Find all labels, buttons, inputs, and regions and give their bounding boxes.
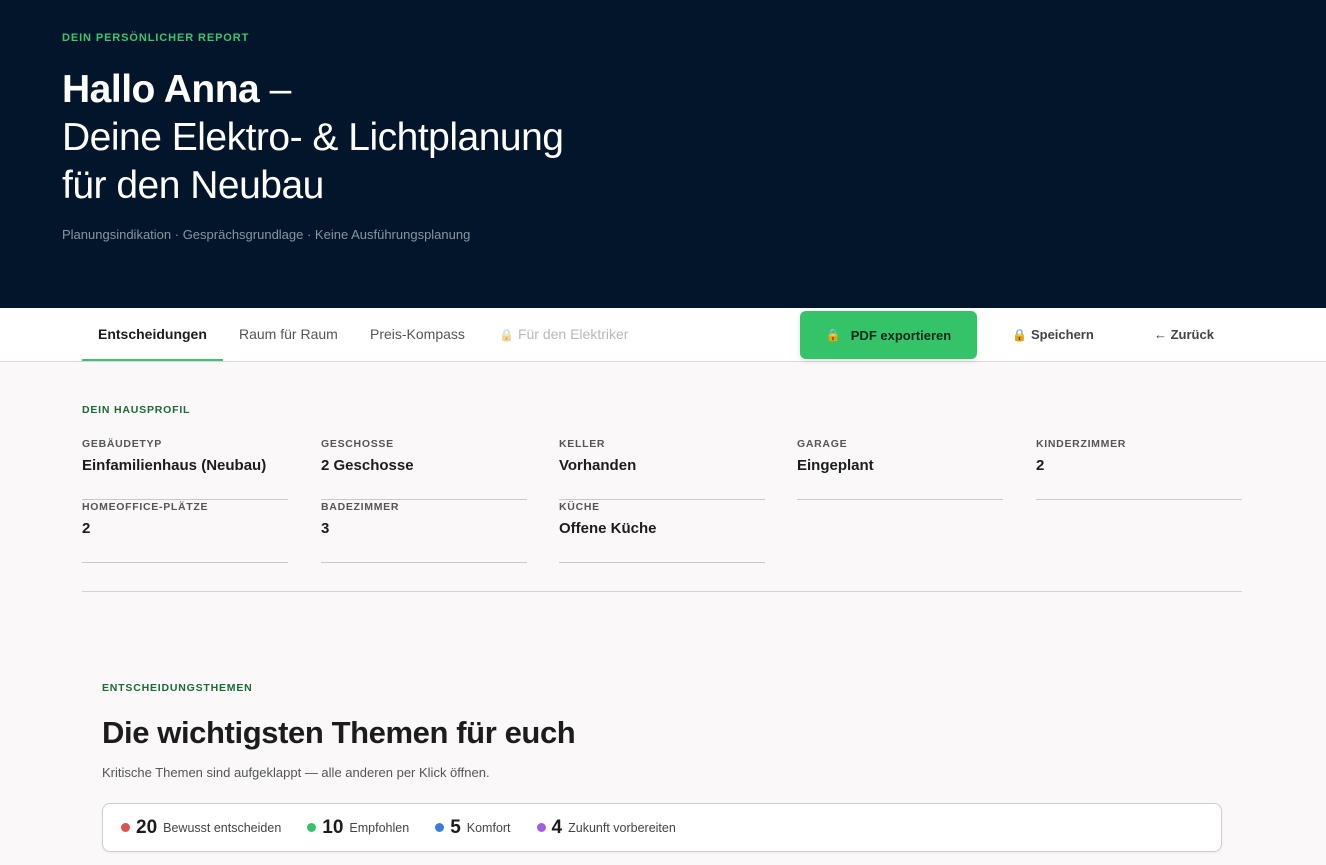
stat-zukunft-vorbereiten[interactable]: 4 Zukunft vorbereiten bbox=[536, 816, 676, 839]
profile-value: 3 bbox=[321, 520, 330, 537]
profile-key: KELLER bbox=[559, 438, 606, 450]
back-label: ← Zurück bbox=[1154, 327, 1214, 342]
profile-key: KÜCHE bbox=[559, 501, 600, 513]
profile-item: BADEZIMMER 3 bbox=[321, 501, 527, 563]
topics-subtitle: Kritische Themen sind aufgeklappt — alle… bbox=[102, 765, 490, 780]
pdf-export-label: PDF exportieren bbox=[850, 327, 952, 343]
blue-dot-icon bbox=[435, 823, 445, 832]
profile-value: Eingeplant bbox=[797, 457, 874, 474]
tab-label: Preis-Kompass bbox=[370, 326, 465, 342]
lock-icon: 🔒 bbox=[499, 328, 514, 342]
stat-count: 20 bbox=[136, 816, 158, 838]
profile-item: GARAGE Eingeplant bbox=[797, 438, 1003, 500]
profile-value: Offene Küche bbox=[559, 520, 657, 537]
back-button[interactable]: ← Zurück bbox=[1154, 311, 1214, 359]
stat-label: Komfort bbox=[466, 820, 511, 835]
tab-raum-fuer-raum[interactable]: Raum für Raum bbox=[223, 308, 354, 361]
profile-key: GARAGE bbox=[797, 438, 848, 450]
save-label: Speichern bbox=[1030, 327, 1094, 342]
profile-item: KÜCHE Offene Küche bbox=[559, 501, 765, 563]
profile-key: BADEZIMMER bbox=[321, 501, 400, 513]
topics-section-label: ENTSCHEIDUNGSTHEMEN bbox=[102, 682, 253, 694]
stat-komfort[interactable]: 5 Komfort bbox=[435, 816, 511, 839]
pdf-export-button[interactable]: 🔒 PDF exportieren bbox=[800, 311, 977, 359]
hero-subtitle: Planungsindikation · Gesprächsgrundlage … bbox=[62, 227, 471, 242]
section-divider bbox=[82, 591, 1242, 592]
lock-icon: 🔒 bbox=[1012, 328, 1027, 342]
profile-value: 2 bbox=[1036, 457, 1045, 474]
green-dot-icon bbox=[307, 823, 317, 832]
stat-count: 5 bbox=[450, 816, 461, 838]
stat-count: 4 bbox=[551, 816, 563, 838]
profile-item: HOMEOFFICE-PLÄTZE 2 bbox=[82, 501, 288, 563]
page-title: Hallo Anna – Deine Elektro- & Lichtplanu… bbox=[62, 66, 862, 210]
profile-key: HOMEOFFICE-PLÄTZE bbox=[82, 501, 209, 513]
hero-eyebrow: DEIN PERSÖNLICHER REPORT bbox=[62, 32, 250, 44]
profile-key: GEBÄUDETYP bbox=[82, 438, 162, 450]
tab-label: Raum für Raum bbox=[239, 326, 338, 342]
lock-icon: 🔒 bbox=[825, 328, 841, 342]
priority-summary: 20 Bewusst entscheiden 10 Empfohlen 5 Ko… bbox=[102, 803, 1222, 852]
tab-preis-kompass[interactable]: Preis-Kompass bbox=[354, 308, 481, 361]
tab-label: Entscheidungen bbox=[98, 326, 207, 342]
stat-label: Zukunft vorbereiten bbox=[568, 820, 676, 835]
stat-empfohlen[interactable]: 10 Empfohlen bbox=[307, 817, 409, 839]
stat-label: Empfohlen bbox=[349, 820, 410, 835]
tab-fuer-den-elektriker[interactable]: 🔒 Für den Elektriker bbox=[483, 308, 644, 361]
tab-bar: Entscheidungen Raum für Raum Preis-Kompa… bbox=[0, 308, 1326, 362]
profile-key: GESCHOSSE bbox=[321, 438, 394, 450]
hero-header: DEIN PERSÖNLICHER REPORT Hallo Anna – De… bbox=[0, 0, 1326, 308]
purple-dot-icon bbox=[536, 823, 546, 832]
profile-section-label: DEIN HAUSPROFIL bbox=[82, 404, 191, 416]
profile-item: KELLER Vorhanden bbox=[559, 438, 765, 500]
topics-title: Die wichtigsten Themen für euch bbox=[102, 715, 576, 750]
stat-label: Bewusst entscheiden bbox=[163, 820, 282, 835]
profile-item: GEBÄUDETYP Einfamilienhaus (Neubau) bbox=[82, 438, 288, 500]
profile-value: Einfamilienhaus (Neubau) bbox=[82, 457, 267, 474]
red-dot-icon bbox=[121, 823, 130, 832]
title-line-1: Deine Elektro- & Lichtplanung bbox=[62, 116, 564, 159]
profile-item: KINDERZIMMER 2 bbox=[1036, 438, 1242, 500]
profile-value: Vorhanden bbox=[559, 457, 637, 474]
tab-label: Für den Elektriker bbox=[517, 326, 629, 342]
save-button[interactable]: 🔒 Speichern bbox=[1012, 311, 1094, 359]
greeting-name: Hallo Anna bbox=[62, 68, 260, 111]
tab-entscheidungen[interactable]: Entscheidungen bbox=[82, 308, 223, 361]
profile-item: GESCHOSSE 2 Geschosse bbox=[321, 438, 527, 500]
profile-value: 2 Geschosse bbox=[321, 457, 414, 474]
profile-key: KINDERZIMMER bbox=[1036, 438, 1127, 450]
stat-bewusst-entscheiden[interactable]: 20 Bewusst entscheiden bbox=[121, 817, 281, 839]
greeting-dash: – bbox=[259, 68, 292, 111]
stat-count: 10 bbox=[322, 816, 344, 838]
title-line-2: für den Neubau bbox=[62, 164, 324, 207]
profile-value: 2 bbox=[82, 520, 91, 537]
